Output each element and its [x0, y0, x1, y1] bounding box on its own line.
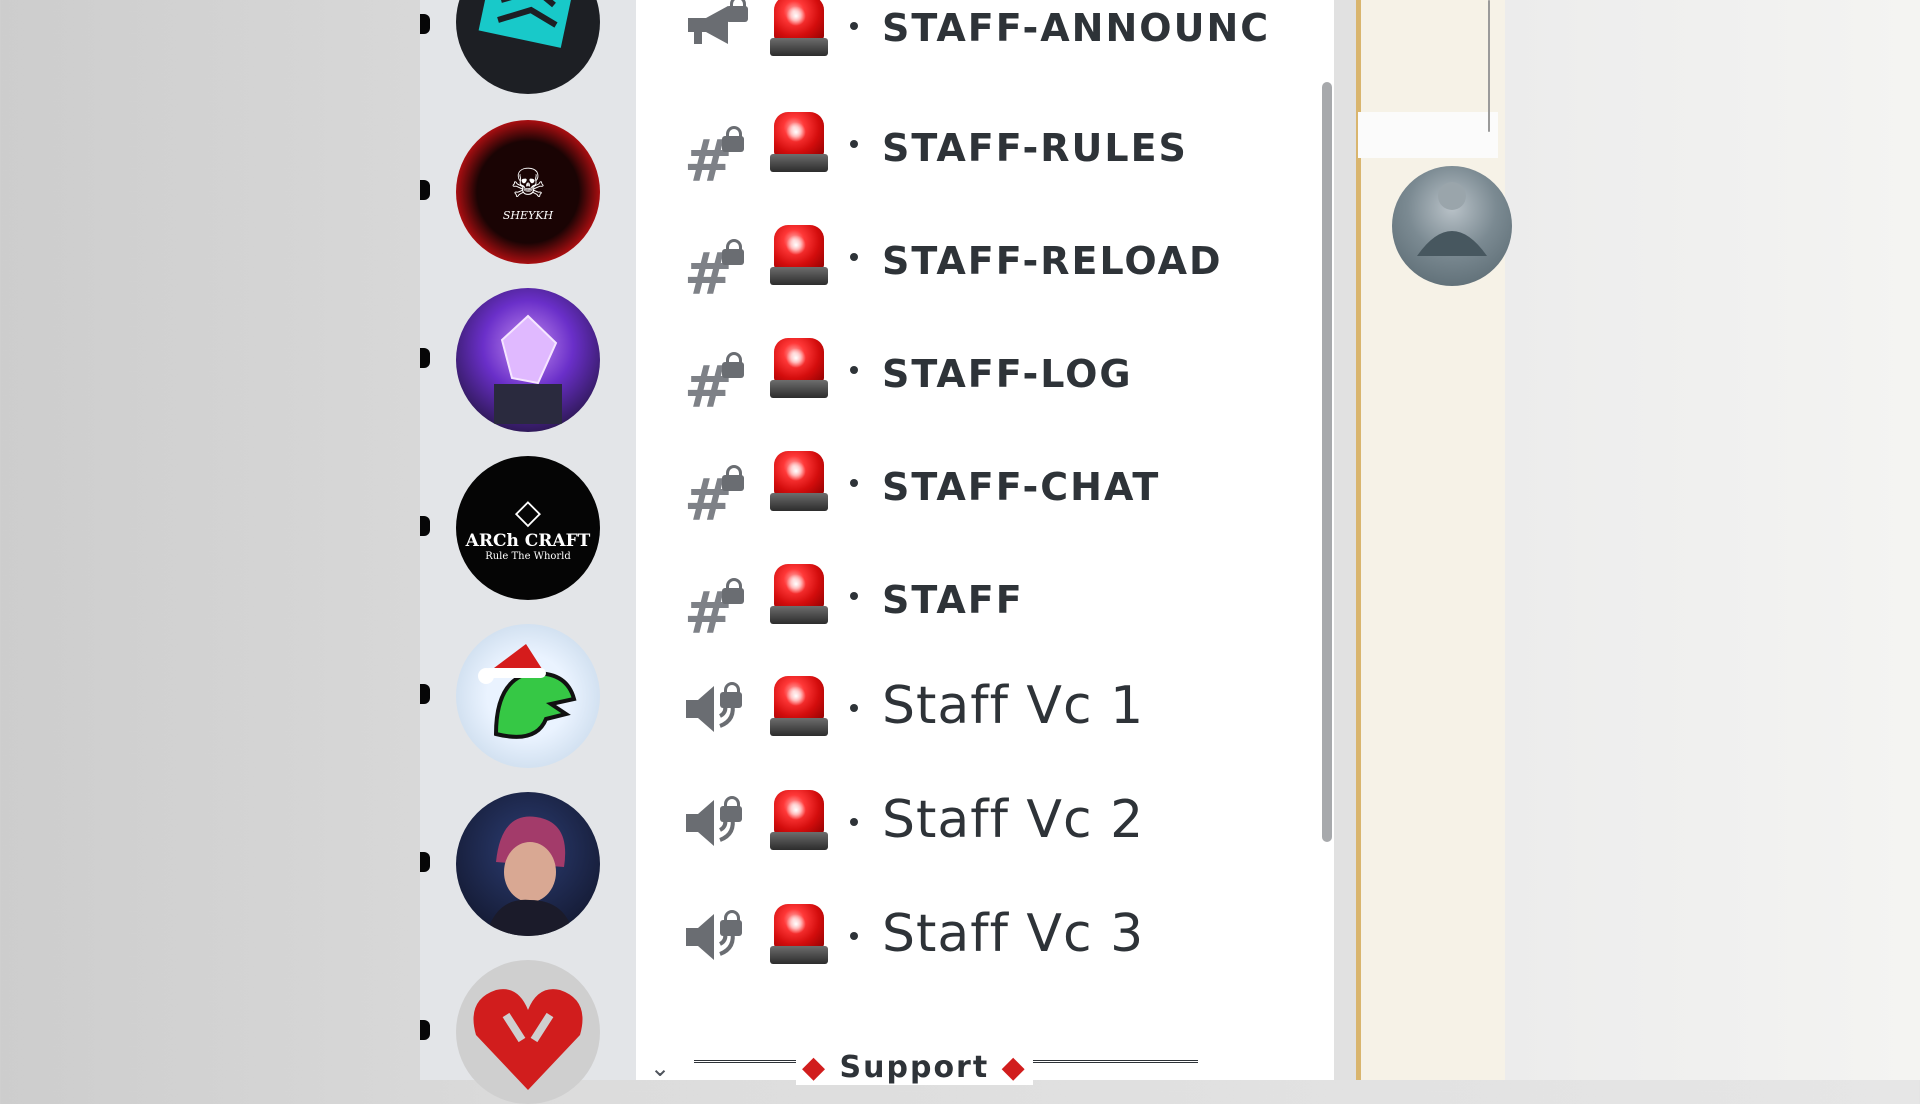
channel-staff-vc-3[interactable]: Staff Vc 3 — [636, 904, 1334, 1004]
siren-emoji — [770, 904, 828, 968]
channel-name: Staff Vc 1 — [882, 676, 1145, 736]
avatar-image-icon — [1417, 182, 1487, 256]
siren-emoji — [770, 676, 828, 740]
server-indicator — [420, 684, 430, 704]
heart-icon — [473, 989, 583, 1090]
server-archcraft[interactable]: ◇ ARCh CRAFT Rule The Whorld — [456, 456, 600, 600]
voice-lock-icon — [684, 910, 744, 968]
server-indicator — [420, 14, 430, 34]
channel-staff-announc[interactable]: STAFF-ANNOUNC — [636, 0, 1334, 100]
channel-name: STAFF-RELOAD — [882, 239, 1223, 283]
separator-dot — [850, 704, 858, 712]
server-dino[interactable] — [456, 624, 600, 768]
channel-staff[interactable]: # STAFF — [636, 564, 1334, 664]
channel-staff-vc-2[interactable]: Staff Vc 2 — [636, 790, 1334, 890]
channel-name: STAFF — [882, 578, 1024, 622]
separator-dot — [850, 932, 858, 940]
separator-dot — [850, 140, 858, 148]
server-crystal[interactable] — [456, 288, 600, 432]
server-anime[interactable] — [456, 792, 600, 936]
separator-dot — [850, 818, 858, 826]
crystal-icon — [494, 314, 562, 424]
skull-icon: ☠ — [510, 160, 546, 207]
anime-avatar-icon — [486, 816, 574, 936]
channel-name: STAFF-CHAT — [882, 465, 1161, 509]
channel-list: STAFF-ANNOUNC # STAFF-RULES # STAFF-RELO… — [636, 0, 1334, 1085]
separator-dot — [850, 366, 858, 374]
hashtag-lock-icon: # — [684, 352, 744, 416]
siren-emoji — [770, 564, 828, 628]
chat-border — [1488, 0, 1490, 132]
server-archcraft-subtitle: Rule The Whorld — [485, 550, 571, 562]
hashtag-lock-icon: # — [684, 578, 744, 642]
server-sheykh[interactable]: ☠ SHEYKH — [456, 120, 600, 264]
channel-staff-vc-1[interactable]: Staff Vc 1 — [636, 676, 1334, 776]
dino-icon — [478, 644, 577, 739]
channel-staff-rules[interactable]: # STAFF-RULES — [636, 112, 1334, 212]
announcement-lock-icon — [684, 0, 748, 60]
server-indicator — [420, 180, 430, 200]
channel-staff-reload[interactable]: # STAFF-RELOAD — [636, 225, 1334, 325]
channel-staff-log[interactable]: # STAFF-LOG — [636, 338, 1334, 438]
channel-name: STAFF-LOG — [882, 352, 1133, 396]
category-support[interactable]: ⌄ ◆ Support ◆ — [636, 1040, 1334, 1085]
siren-emoji — [770, 0, 828, 60]
voice-lock-icon — [684, 796, 744, 854]
channel-staff-chat[interactable]: # STAFF-CHAT — [636, 451, 1334, 551]
chat-pane — [1356, 0, 1505, 1080]
chat-input-area — [1358, 112, 1498, 158]
server-archcraft-title: ARCh CRAFT — [465, 530, 591, 551]
server-indicator — [420, 516, 430, 536]
channel-name: STAFF-RULES — [882, 126, 1188, 170]
separator-dot — [850, 253, 858, 261]
channel-name: STAFF-ANNOUNC — [882, 6, 1271, 50]
server-sheykh-label: SHEYKH — [502, 208, 554, 222]
separator-dot — [850, 479, 858, 487]
diamond-icon: ◇ — [514, 491, 542, 532]
server-indicator — [420, 852, 430, 872]
server-indicator — [420, 348, 430, 368]
divider-panel — [1334, 0, 1358, 1080]
siren-emoji — [770, 451, 828, 515]
siren-emoji — [770, 112, 828, 176]
hashtag-lock-icon: # — [684, 126, 744, 190]
siren-emoji — [770, 790, 828, 854]
member-avatar[interactable] — [1392, 166, 1512, 286]
voice-lock-icon — [684, 682, 744, 740]
hashtag-lock-icon: # — [684, 465, 744, 529]
separator-dot — [850, 22, 858, 30]
server-indicator — [420, 1020, 430, 1040]
server-heart[interactable] — [456, 960, 600, 1104]
channel-name: Staff Vc 2 — [882, 790, 1145, 850]
channel-scrollbar[interactable] — [1322, 82, 1332, 842]
hashtag-lock-icon: # — [684, 239, 744, 303]
siren-emoji — [770, 338, 828, 402]
siren-emoji — [770, 225, 828, 289]
chevron-down-icon: ⌄ — [650, 1054, 671, 1082]
background — [1500, 0, 1920, 1080]
separator-dot — [850, 592, 858, 600]
channel-name: Staff Vc 3 — [882, 904, 1145, 964]
